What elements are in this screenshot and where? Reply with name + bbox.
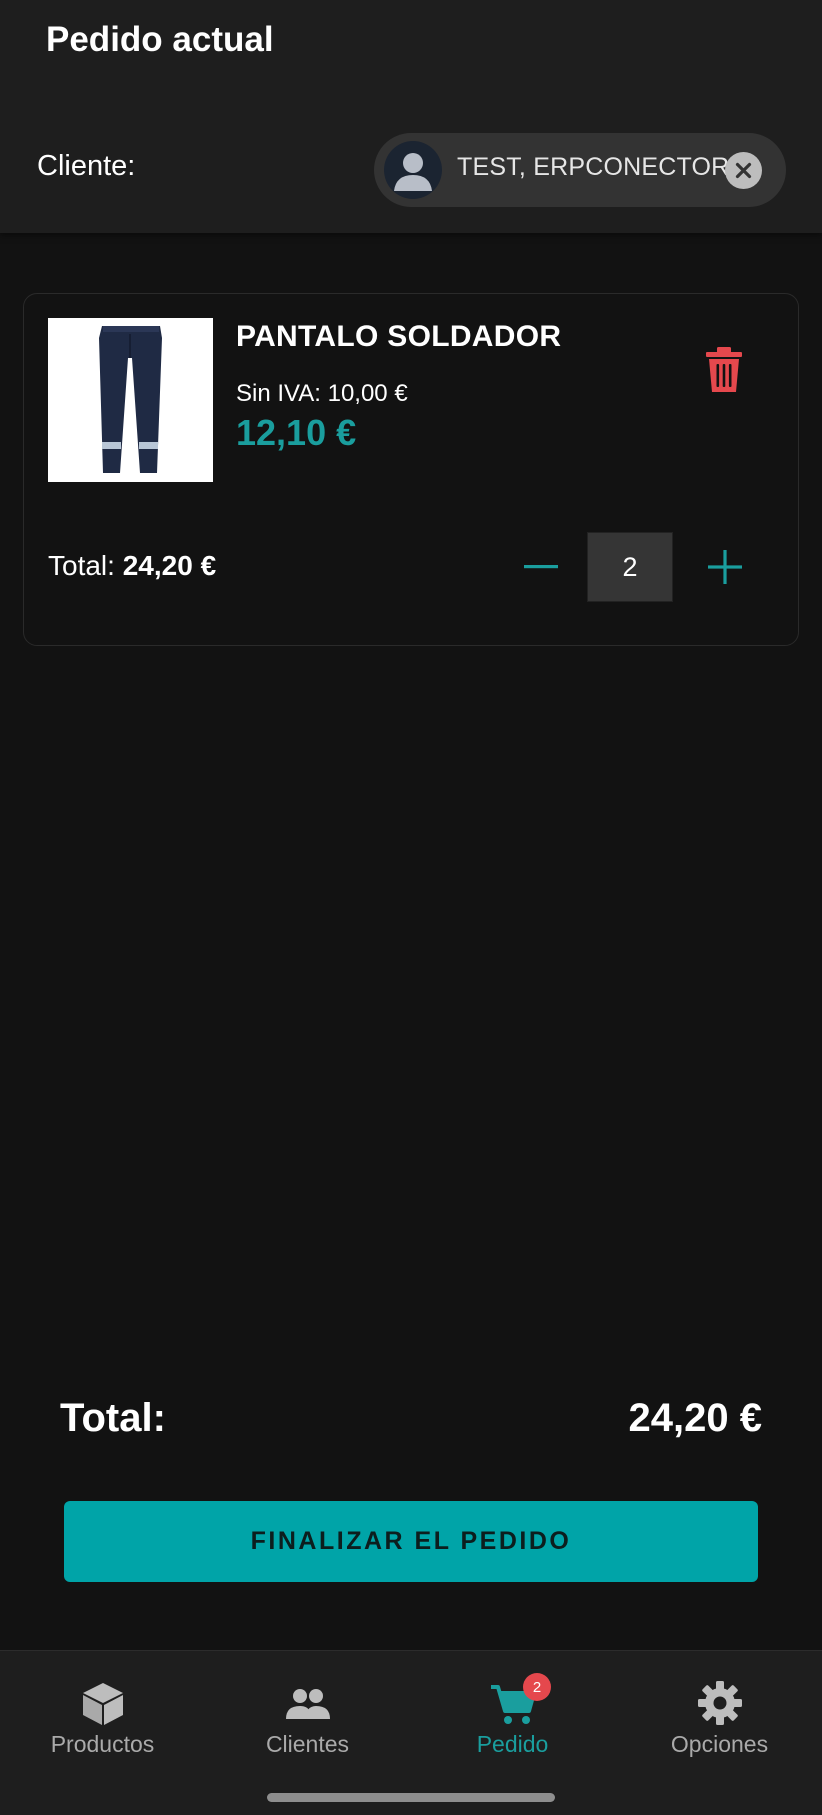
nav-item-pedido[interactable]: 2 Pedido <box>410 1651 615 1761</box>
home-indicator[interactable] <box>267 1793 555 1802</box>
box-icon <box>79 1679 127 1727</box>
bottom-nav: Productos Clientes 2 Pedido Opciones <box>0 1650 822 1815</box>
cart-badge: 2 <box>523 1673 551 1701</box>
grand-total-label: Total: <box>60 1396 166 1440</box>
person-icon <box>384 141 442 199</box>
line-total-label: Total: <box>48 550 115 581</box>
order-item-card: PANTALO SOLDADOR Sin IVA: 10,00 € 12,10 … <box>23 293 799 646</box>
app-header: Pedido actual Cliente: TEST, ERPCONECTOR <box>0 0 822 233</box>
client-chip[interactable]: TEST, ERPCONECTOR <box>374 133 786 207</box>
nav-item-productos[interactable]: Productos <box>0 1651 205 1761</box>
nav-label: Opciones <box>670 1731 769 1757</box>
nav-label: Clientes <box>265 1731 350 1757</box>
price-with-vat: 12,10 € <box>236 412 357 453</box>
plus-icon[interactable] <box>700 542 750 592</box>
trash-icon[interactable] <box>704 346 744 394</box>
gear-icon <box>696 1679 744 1727</box>
close-icon[interactable] <box>725 152 762 189</box>
product-image <box>48 318 213 482</box>
price-without-vat: Sin IVA: 10,00 € <box>236 380 408 407</box>
client-name: TEST, ERPCONECTOR <box>457 153 730 181</box>
nav-label: Pedido <box>476 1731 549 1757</box>
client-label: Cliente: <box>37 150 136 182</box>
product-name: PANTALO SOLDADOR <box>236 320 562 353</box>
minus-icon[interactable] <box>516 542 566 592</box>
quantity-field[interactable]: 2 <box>587 532 673 602</box>
users-icon <box>284 1679 332 1727</box>
grand-total-value: 24,20 € <box>628 1396 762 1440</box>
finalize-order-button[interactable]: FINALIZAR EL PEDIDO <box>64 1501 758 1582</box>
nav-label: Productos <box>50 1731 155 1757</box>
nav-item-clientes[interactable]: Clientes <box>205 1651 410 1761</box>
line-total: Total: 24,20 € <box>48 550 216 582</box>
page-title: Pedido actual <box>46 20 274 59</box>
nav-item-opciones[interactable]: Opciones <box>617 1651 822 1761</box>
line-total-value: 24,20 € <box>122 550 217 581</box>
